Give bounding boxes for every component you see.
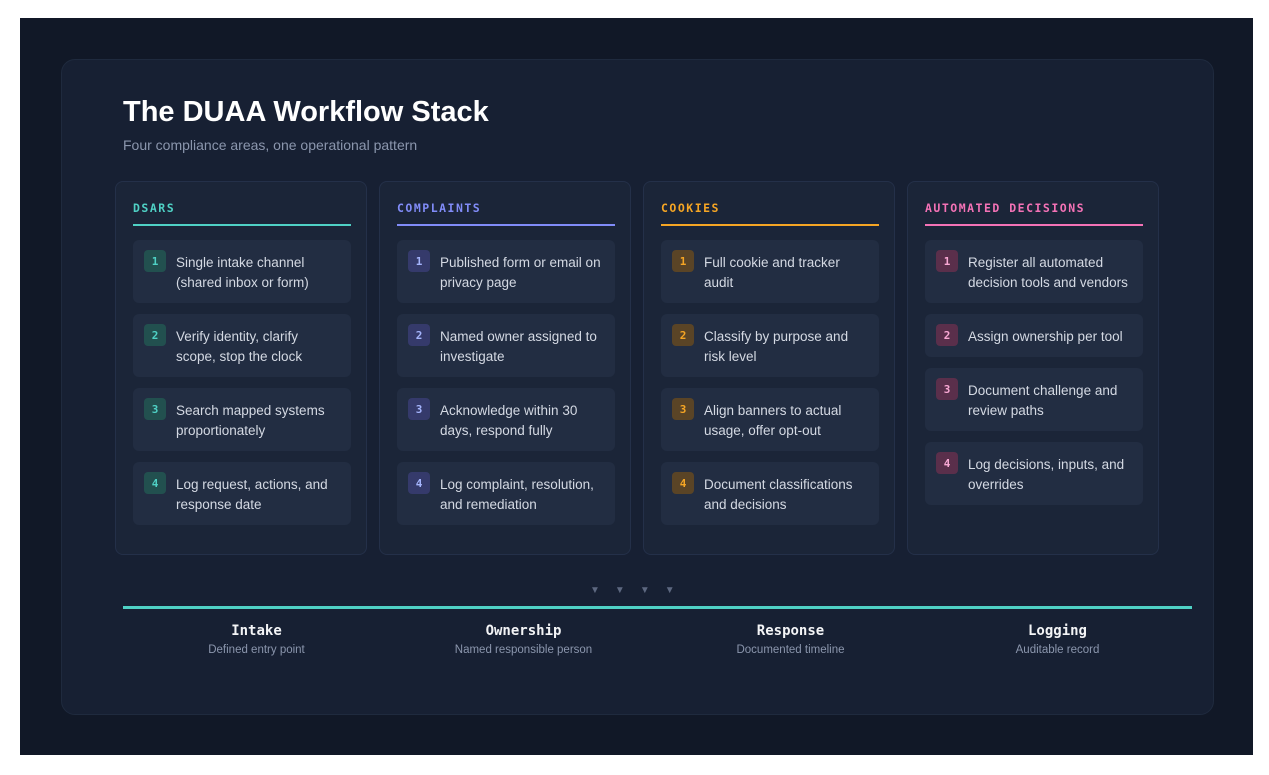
stage-title: Ownership	[485, 623, 562, 639]
column-heading: COOKIES	[661, 201, 720, 215]
arrow-down-icon: ▼	[639, 585, 665, 596]
step-number-badge: 4	[672, 472, 694, 494]
step-text: Log decisions, inputs, and overrides	[968, 457, 1125, 492]
step-card: 1 Full cookie and tracker audit	[661, 240, 879, 303]
step-text: Log request, actions, and response date	[176, 477, 328, 512]
step-number-badge: 4	[144, 472, 166, 494]
step-number-badge: 4	[408, 472, 430, 494]
flow-arrows: ▼▼▼▼	[590, 585, 690, 596]
step-text: Assign ownership per tool	[968, 329, 1123, 344]
arrow-down-icon: ▼	[614, 585, 640, 596]
column-accent-line	[133, 224, 351, 226]
stage-baseline	[123, 606, 1192, 609]
column-accent-line	[397, 224, 615, 226]
step-card: 1 Register all automated decision tools …	[925, 240, 1143, 303]
step-number-badge: 1	[672, 250, 694, 272]
step-card: 2 Verify identity, clarify scope, stop t…	[133, 314, 351, 377]
stage-description: Auditable record	[1015, 644, 1100, 656]
step-card: 3 Align banners to actual usage, offer o…	[661, 388, 879, 451]
step-card: 4 Log complaint, resolution, and remedia…	[397, 462, 615, 525]
step-text: Document challenge and review paths	[968, 383, 1118, 418]
step-text: Document classifications and decisions	[704, 477, 853, 512]
stage-logging: Logging Auditable record	[924, 623, 1191, 656]
column-cookies: COOKIES 1 Full cookie and tracker audit …	[643, 181, 895, 555]
step-number-badge: 2	[672, 324, 694, 346]
step-number-badge: 4	[936, 452, 958, 474]
column-complaints: COMPLAINTS 1 Published form or email on …	[379, 181, 631, 555]
step-card: 4 Document classifications and decisions	[661, 462, 879, 525]
page-subtitle: Four compliance areas, one operational p…	[123, 137, 418, 153]
step-number-badge: 2	[936, 324, 958, 346]
column-automated-decisions: AUTOMATED DECISIONS 1 Register all autom…	[907, 181, 1159, 555]
stage-description: Named responsible person	[454, 644, 593, 656]
column-heading: DSARS	[133, 201, 176, 215]
step-text: Published form or email on privacy page	[440, 255, 601, 290]
step-text: Named owner assigned to investigate	[440, 329, 597, 364]
page-title: The DUAA Workflow Stack	[123, 96, 489, 128]
step-number-badge: 3	[408, 398, 430, 420]
column-heading: AUTOMATED DECISIONS	[925, 201, 1086, 215]
step-text: Verify identity, clarify scope, stop the…	[176, 329, 303, 364]
stage-intake: Intake Defined entry point	[123, 623, 390, 656]
step-text: Search mapped systems proportionately	[176, 403, 325, 438]
step-card: 4 Log decisions, inputs, and overrides	[925, 442, 1143, 505]
step-text: Single intake channel (shared inbox or f…	[176, 255, 309, 290]
step-card: 2 Classify by purpose and risk level	[661, 314, 879, 377]
step-text: Register all automated decision tools an…	[968, 255, 1128, 290]
step-text: Acknowledge within 30 days, respond full…	[440, 403, 578, 438]
column-accent-line	[925, 224, 1143, 226]
step-number-badge: 2	[408, 324, 430, 346]
step-text: Classify by purpose and risk level	[704, 329, 849, 364]
stage-title: Intake	[231, 623, 282, 639]
step-number-badge: 3	[936, 378, 958, 400]
column-heading: COMPLAINTS	[397, 201, 482, 215]
stage-description: Defined entry point	[208, 644, 305, 656]
step-text: Full cookie and tracker audit	[704, 255, 840, 290]
arrow-down-icon: ▼	[664, 585, 690, 596]
step-number-badge: 1	[144, 250, 166, 272]
column-dsars: DSARS 1 Single intake channel (shared in…	[115, 181, 367, 555]
step-number-badge: 1	[936, 250, 958, 272]
stage-response: Response Documented timeline	[657, 623, 924, 656]
step-number-badge: 3	[144, 398, 166, 420]
step-text: Log complaint, resolution, and remediati…	[440, 477, 594, 512]
stage-ownership: Ownership Named responsible person	[390, 623, 657, 656]
step-card: 2 Named owner assigned to investigate	[397, 314, 615, 377]
step-card: 3 Document challenge and review paths	[925, 368, 1143, 431]
slide-frame: The DUAA Workflow Stack Four compliance …	[20, 18, 1253, 755]
step-number-badge: 2	[144, 324, 166, 346]
column-accent-line	[661, 224, 879, 226]
step-number-badge: 3	[672, 398, 694, 420]
workflow-panel: The DUAA Workflow Stack Four compliance …	[61, 59, 1214, 715]
stage-title: Response	[756, 623, 825, 639]
step-number-badge: 1	[408, 250, 430, 272]
step-card: 4 Log request, actions, and response dat…	[133, 462, 351, 525]
step-card: 3 Acknowledge within 30 days, respond fu…	[397, 388, 615, 451]
step-text: Align banners to actual usage, offer opt…	[704, 403, 842, 438]
step-card: 3 Search mapped systems proportionately	[133, 388, 351, 451]
step-card: 2 Assign ownership per tool	[925, 314, 1143, 357]
step-card: 1 Published form or email on privacy pag…	[397, 240, 615, 303]
stage-title: Logging	[1027, 623, 1087, 639]
arrow-down-icon: ▼	[590, 585, 615, 596]
stage-description: Documented timeline	[736, 644, 845, 656]
step-card: 1 Single intake channel (shared inbox or…	[133, 240, 351, 303]
